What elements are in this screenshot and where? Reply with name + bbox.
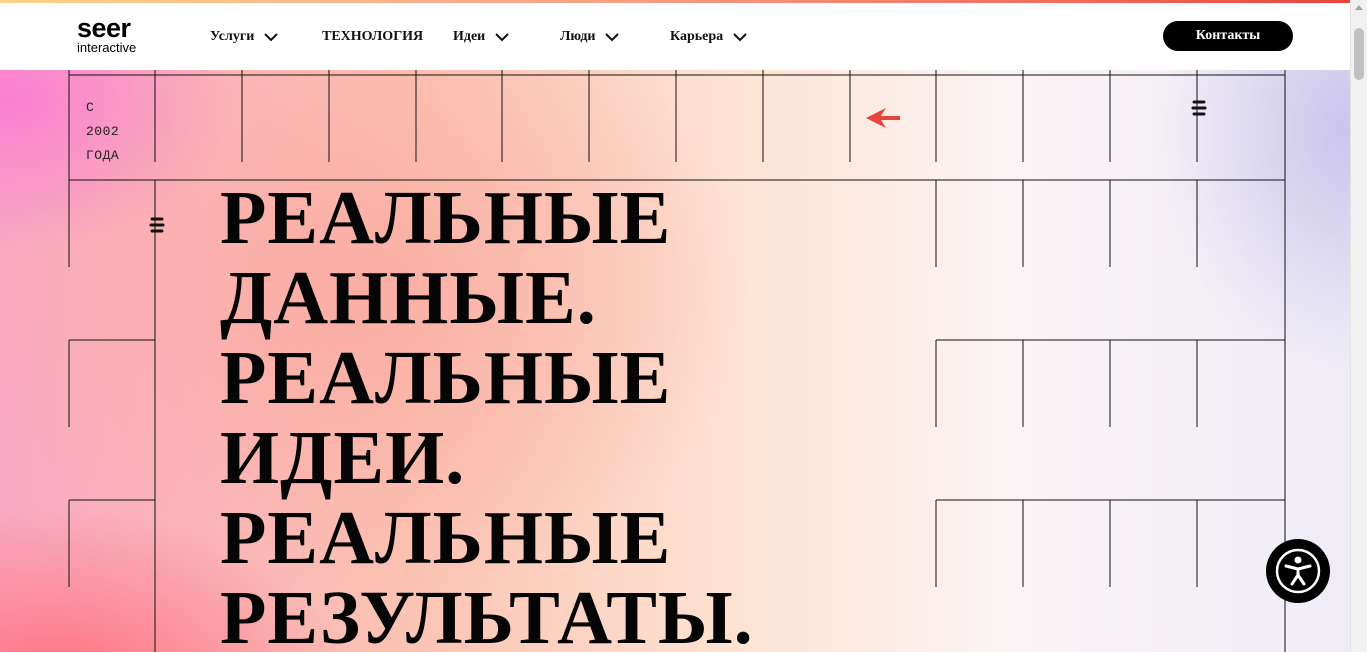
logo-subtitle: interactive [77,40,137,55]
hero-section: С 2002 ГОДА РЕАЛЬНЫЕ ДАННЫЕ. РЕАЛЬНЫЕ ИД… [0,70,1350,652]
headline-line: ДАННЫЕ. [220,256,597,340]
since-label: С 2002 ГОДА [86,96,146,168]
since-line: 2002 [86,124,120,139]
headline-line: РЕАЛЬНЫЕ [220,176,672,260]
chevron-down-icon [733,32,747,41]
headline-line: РЕАЛЬНЫЕ [220,336,672,420]
hero-headline: РЕАЛЬНЫЕ ДАННЫЕ. РЕАЛЬНЫЕ ИДЕИ. РЕАЛЬНЫЕ… [220,178,754,652]
nav-label: Идеи [453,29,486,44]
arrow-left-icon [866,108,900,128]
logo[interactable]: seer interactive [77,15,157,59]
accessibility-button[interactable] [1266,539,1330,603]
contacts-button[interactable]: Контакты [1163,21,1293,51]
nav-label: Люди [560,29,596,44]
nav-label: Карьера [670,29,724,44]
nav-item-people[interactable]: Люди [560,26,620,48]
nav-label: Услуги [210,29,255,44]
since-line: ГОДА [86,148,120,163]
accessibility-icon [1275,548,1321,594]
nav-item-technology[interactable]: ТЕХНОЛОГИЯ [322,26,423,48]
nav-item-ideas[interactable]: Идеи [453,26,509,48]
headline-line: ИДЕИ. [220,416,466,500]
page-scrollbar[interactable] [1350,0,1367,652]
site-header: seer interactive Услуги ТЕХНОЛОГИЯ Идеи … [0,3,1350,70]
scroll-thumb[interactable] [1354,28,1364,80]
seer-s-mark-icon [149,217,165,233]
chevron-down-icon [605,32,620,41]
chevron-down-icon [264,32,278,41]
scroll-up-icon[interactable] [1355,5,1363,10]
nav-item-services[interactable]: Услуги [210,26,278,48]
chevron-down-icon [495,32,509,41]
nav-label: ТЕХНОЛОГИЯ [322,29,424,44]
nav-item-careers[interactable]: Карьера [670,26,747,48]
logo-wordmark: seer [77,13,131,43]
headline-line: РЕАЛЬНЫЕ [220,496,672,580]
headline-line: РЕЗУЛЬТАТЫ. [220,576,754,652]
since-line: С [86,100,95,115]
seer-s-mark-icon [1191,100,1207,116]
